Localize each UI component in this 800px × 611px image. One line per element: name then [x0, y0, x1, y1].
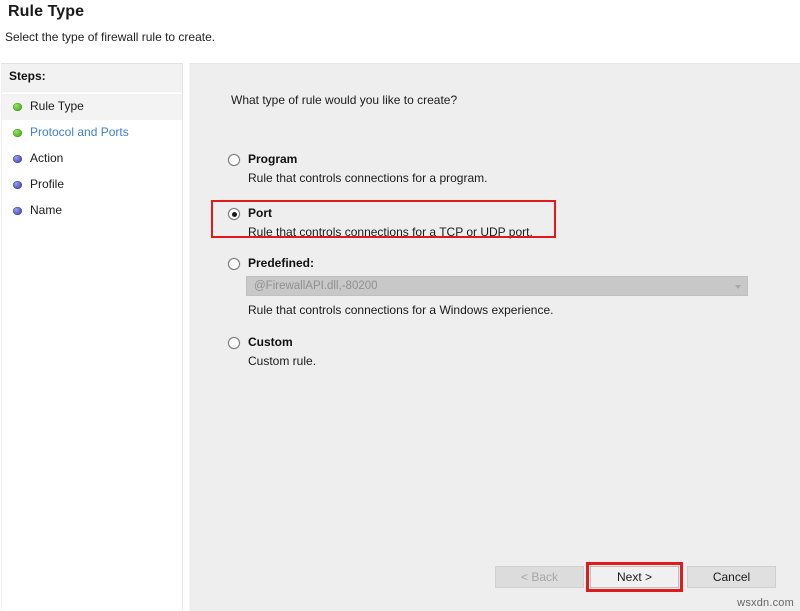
- sidebar-item-label: Name: [30, 203, 62, 217]
- sidebar-item-profile[interactable]: Profile: [2, 172, 182, 198]
- sidebar-item-label: Action: [30, 151, 63, 165]
- sidebar-item-label: Profile: [30, 177, 64, 191]
- radio-program-input[interactable]: [228, 154, 240, 166]
- steps-heading: Steps:: [9, 69, 46, 83]
- sidebar-item-label: Rule Type: [30, 99, 84, 113]
- radio-predefined-description: Rule that controls connections for a Win…: [248, 303, 554, 317]
- radio-program-description: Rule that controls connections for a pro…: [248, 171, 487, 185]
- cancel-button[interactable]: Cancel: [687, 566, 776, 588]
- radio-predefined-label: Predefined:: [248, 256, 314, 270]
- step-status-dot-icon: [13, 155, 22, 163]
- sidebar-item-action[interactable]: Action: [2, 146, 182, 172]
- steps-header: Steps:: [2, 64, 182, 92]
- sidebar-item-protocol-and-ports[interactable]: Protocol and Ports: [2, 120, 182, 146]
- step-status-dot-icon: [13, 207, 22, 215]
- watermark-text: wsxdn.com: [737, 597, 794, 609]
- sidebar-item-label[interactable]: Protocol and Ports: [30, 125, 129, 139]
- predefined-rule-dropdown-value: @FirewallAPI.dll,-80200: [254, 280, 378, 292]
- steps-sidebar: Steps: Rule Type Protocol and Ports Acti…: [1, 63, 183, 610]
- radio-custom-input[interactable]: [228, 337, 240, 349]
- port-option-highlight-box: [211, 200, 556, 238]
- step-status-dot-icon: [13, 181, 22, 189]
- wizard-header: Rule Type Select the type of firewall ru…: [0, 0, 800, 63]
- content-question: What type of rule would you like to crea…: [231, 93, 457, 107]
- chevron-down-icon: [735, 285, 741, 289]
- sidebar-item-name[interactable]: Name: [2, 198, 182, 224]
- next-button-highlight-box: [586, 562, 683, 592]
- step-status-dot-icon: [13, 129, 22, 137]
- radio-program-label: Program: [248, 152, 297, 166]
- predefined-rule-dropdown: @FirewallAPI.dll,-80200: [246, 276, 748, 296]
- page-title: Rule Type: [8, 3, 84, 21]
- step-status-dot-icon: [13, 103, 22, 111]
- page-subtitle: Select the type of firewall rule to crea…: [5, 30, 215, 44]
- sidebar-item-rule-type[interactable]: Rule Type: [2, 94, 182, 120]
- radio-custom-description: Custom rule.: [248, 354, 316, 368]
- wizard-content-panel: What type of rule would you like to crea…: [189, 63, 800, 611]
- back-button[interactable]: < Back: [495, 566, 584, 588]
- radio-predefined-input[interactable]: [228, 258, 240, 270]
- radio-custom-label: Custom: [248, 335, 293, 349]
